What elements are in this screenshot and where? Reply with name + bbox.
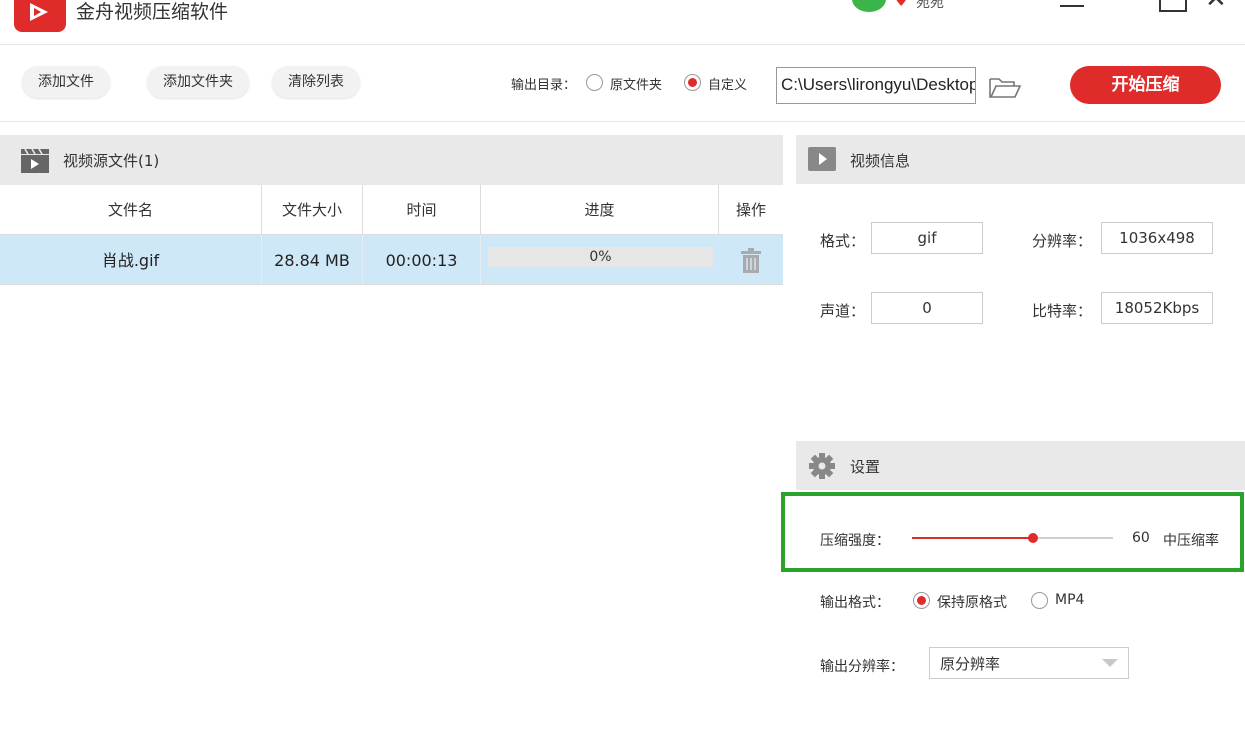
radio-original-folder-label: 原文件夹 bbox=[610, 74, 662, 93]
channel-label: 声道： bbox=[820, 300, 865, 321]
bitrate-field: 18052Kbps bbox=[1101, 292, 1213, 324]
start-compress-button[interactable]: 开始压缩 bbox=[1070, 66, 1221, 104]
radio-keep-format-label: 保持原格式 bbox=[937, 592, 1007, 612]
heart-icon: ♥ bbox=[895, 0, 908, 10]
resolution-field: 1036x498 bbox=[1101, 222, 1213, 254]
settings-title: 设置 bbox=[850, 456, 880, 477]
output-format-label: 输出格式： bbox=[820, 592, 890, 612]
close-icon[interactable]: ✕ bbox=[1205, 0, 1235, 12]
file-panel-header: 视频源文件(1) bbox=[0, 135, 783, 185]
app-logo bbox=[14, 0, 66, 32]
toolbar: 添加文件 添加文件夹 清除列表 输出目录： 原文件夹 自定义 bbox=[0, 45, 1245, 122]
radio-custom-folder[interactable] bbox=[684, 74, 701, 91]
add-folder-button[interactable]: 添加文件夹 bbox=[147, 66, 249, 98]
output-path-input[interactable]: C:\Users\lirongyu\Desktop bbox=[776, 67, 976, 104]
bitrate-label: 比特率： bbox=[1032, 300, 1092, 321]
file-table-header: 文件名 文件大小 时间 进度 操作 bbox=[0, 185, 783, 235]
maximize-button[interactable] bbox=[1157, 0, 1187, 14]
chevron-down-icon bbox=[1102, 659, 1118, 667]
format-field: gif bbox=[871, 222, 983, 254]
column-progress: 进度 bbox=[481, 185, 719, 235]
output-resolution-label: 输出分辨率： bbox=[820, 656, 904, 676]
column-filename: 文件名 bbox=[0, 185, 262, 235]
gear-icon bbox=[808, 453, 836, 479]
slider-thumb[interactable] bbox=[1028, 533, 1038, 543]
play-logo-icon bbox=[28, 2, 50, 22]
minimize-button[interactable] bbox=[1058, 0, 1088, 14]
trash-icon[interactable] bbox=[740, 248, 762, 274]
progress-text: 0% bbox=[488, 247, 713, 267]
file-size-cell: 28.84 MB bbox=[262, 235, 363, 285]
radio-keep-format[interactable] bbox=[913, 592, 930, 609]
file-duration-cell: 00:00:13 bbox=[363, 235, 481, 285]
table-row[interactable]: 肖战.gif 28.84 MB 00:00:13 0% bbox=[0, 235, 783, 285]
file-name-cell: 肖战.gif bbox=[0, 235, 262, 285]
radio-mp4-label: MP4 bbox=[1055, 592, 1084, 608]
output-resolution-value: 原分辨率 bbox=[940, 655, 1000, 673]
progress-bar: 0% bbox=[488, 247, 713, 267]
file-panel-title: 视频源文件(1) bbox=[63, 150, 159, 171]
column-duration: 时间 bbox=[363, 185, 481, 235]
channel-field: 0 bbox=[871, 292, 983, 324]
column-filesize: 文件大小 bbox=[262, 185, 363, 235]
video-play-icon bbox=[808, 147, 836, 171]
app-title: 金舟视频压缩软件 bbox=[76, 0, 228, 24]
clear-list-button[interactable]: 清除列表 bbox=[272, 66, 360, 98]
compression-strength-value: 60 bbox=[1132, 530, 1150, 546]
folder-open-icon[interactable] bbox=[988, 76, 1022, 100]
column-action: 操作 bbox=[719, 185, 783, 235]
resolution-label: 分辨率： bbox=[1032, 230, 1092, 251]
radio-original-folder[interactable] bbox=[586, 74, 603, 91]
format-label: 格式： bbox=[820, 230, 865, 251]
compression-strength-desc: 中压缩率 bbox=[1163, 530, 1219, 550]
video-info-title: 视频信息 bbox=[850, 150, 910, 171]
add-file-button[interactable]: 添加文件 bbox=[22, 66, 110, 98]
radio-mp4[interactable] bbox=[1031, 592, 1048, 609]
slider-fill bbox=[912, 537, 1033, 539]
clapperboard-icon bbox=[20, 146, 50, 174]
user-avatar[interactable] bbox=[852, 0, 886, 12]
video-info-header: 视频信息 bbox=[796, 135, 1245, 184]
title-bar: 金舟视频压缩软件 ♥ 宛宛 ✕ bbox=[0, 0, 1245, 45]
user-name[interactable]: 宛宛 bbox=[916, 0, 944, 12]
output-resolution-select[interactable]: 原分辨率 bbox=[929, 647, 1129, 679]
settings-header: 设置 bbox=[796, 441, 1245, 490]
output-dir-label: 输出目录： bbox=[511, 74, 576, 93]
radio-custom-folder-label: 自定义 bbox=[708, 74, 747, 93]
compression-slider[interactable] bbox=[912, 537, 1113, 539]
compression-strength-label: 压缩强度： bbox=[820, 530, 890, 550]
